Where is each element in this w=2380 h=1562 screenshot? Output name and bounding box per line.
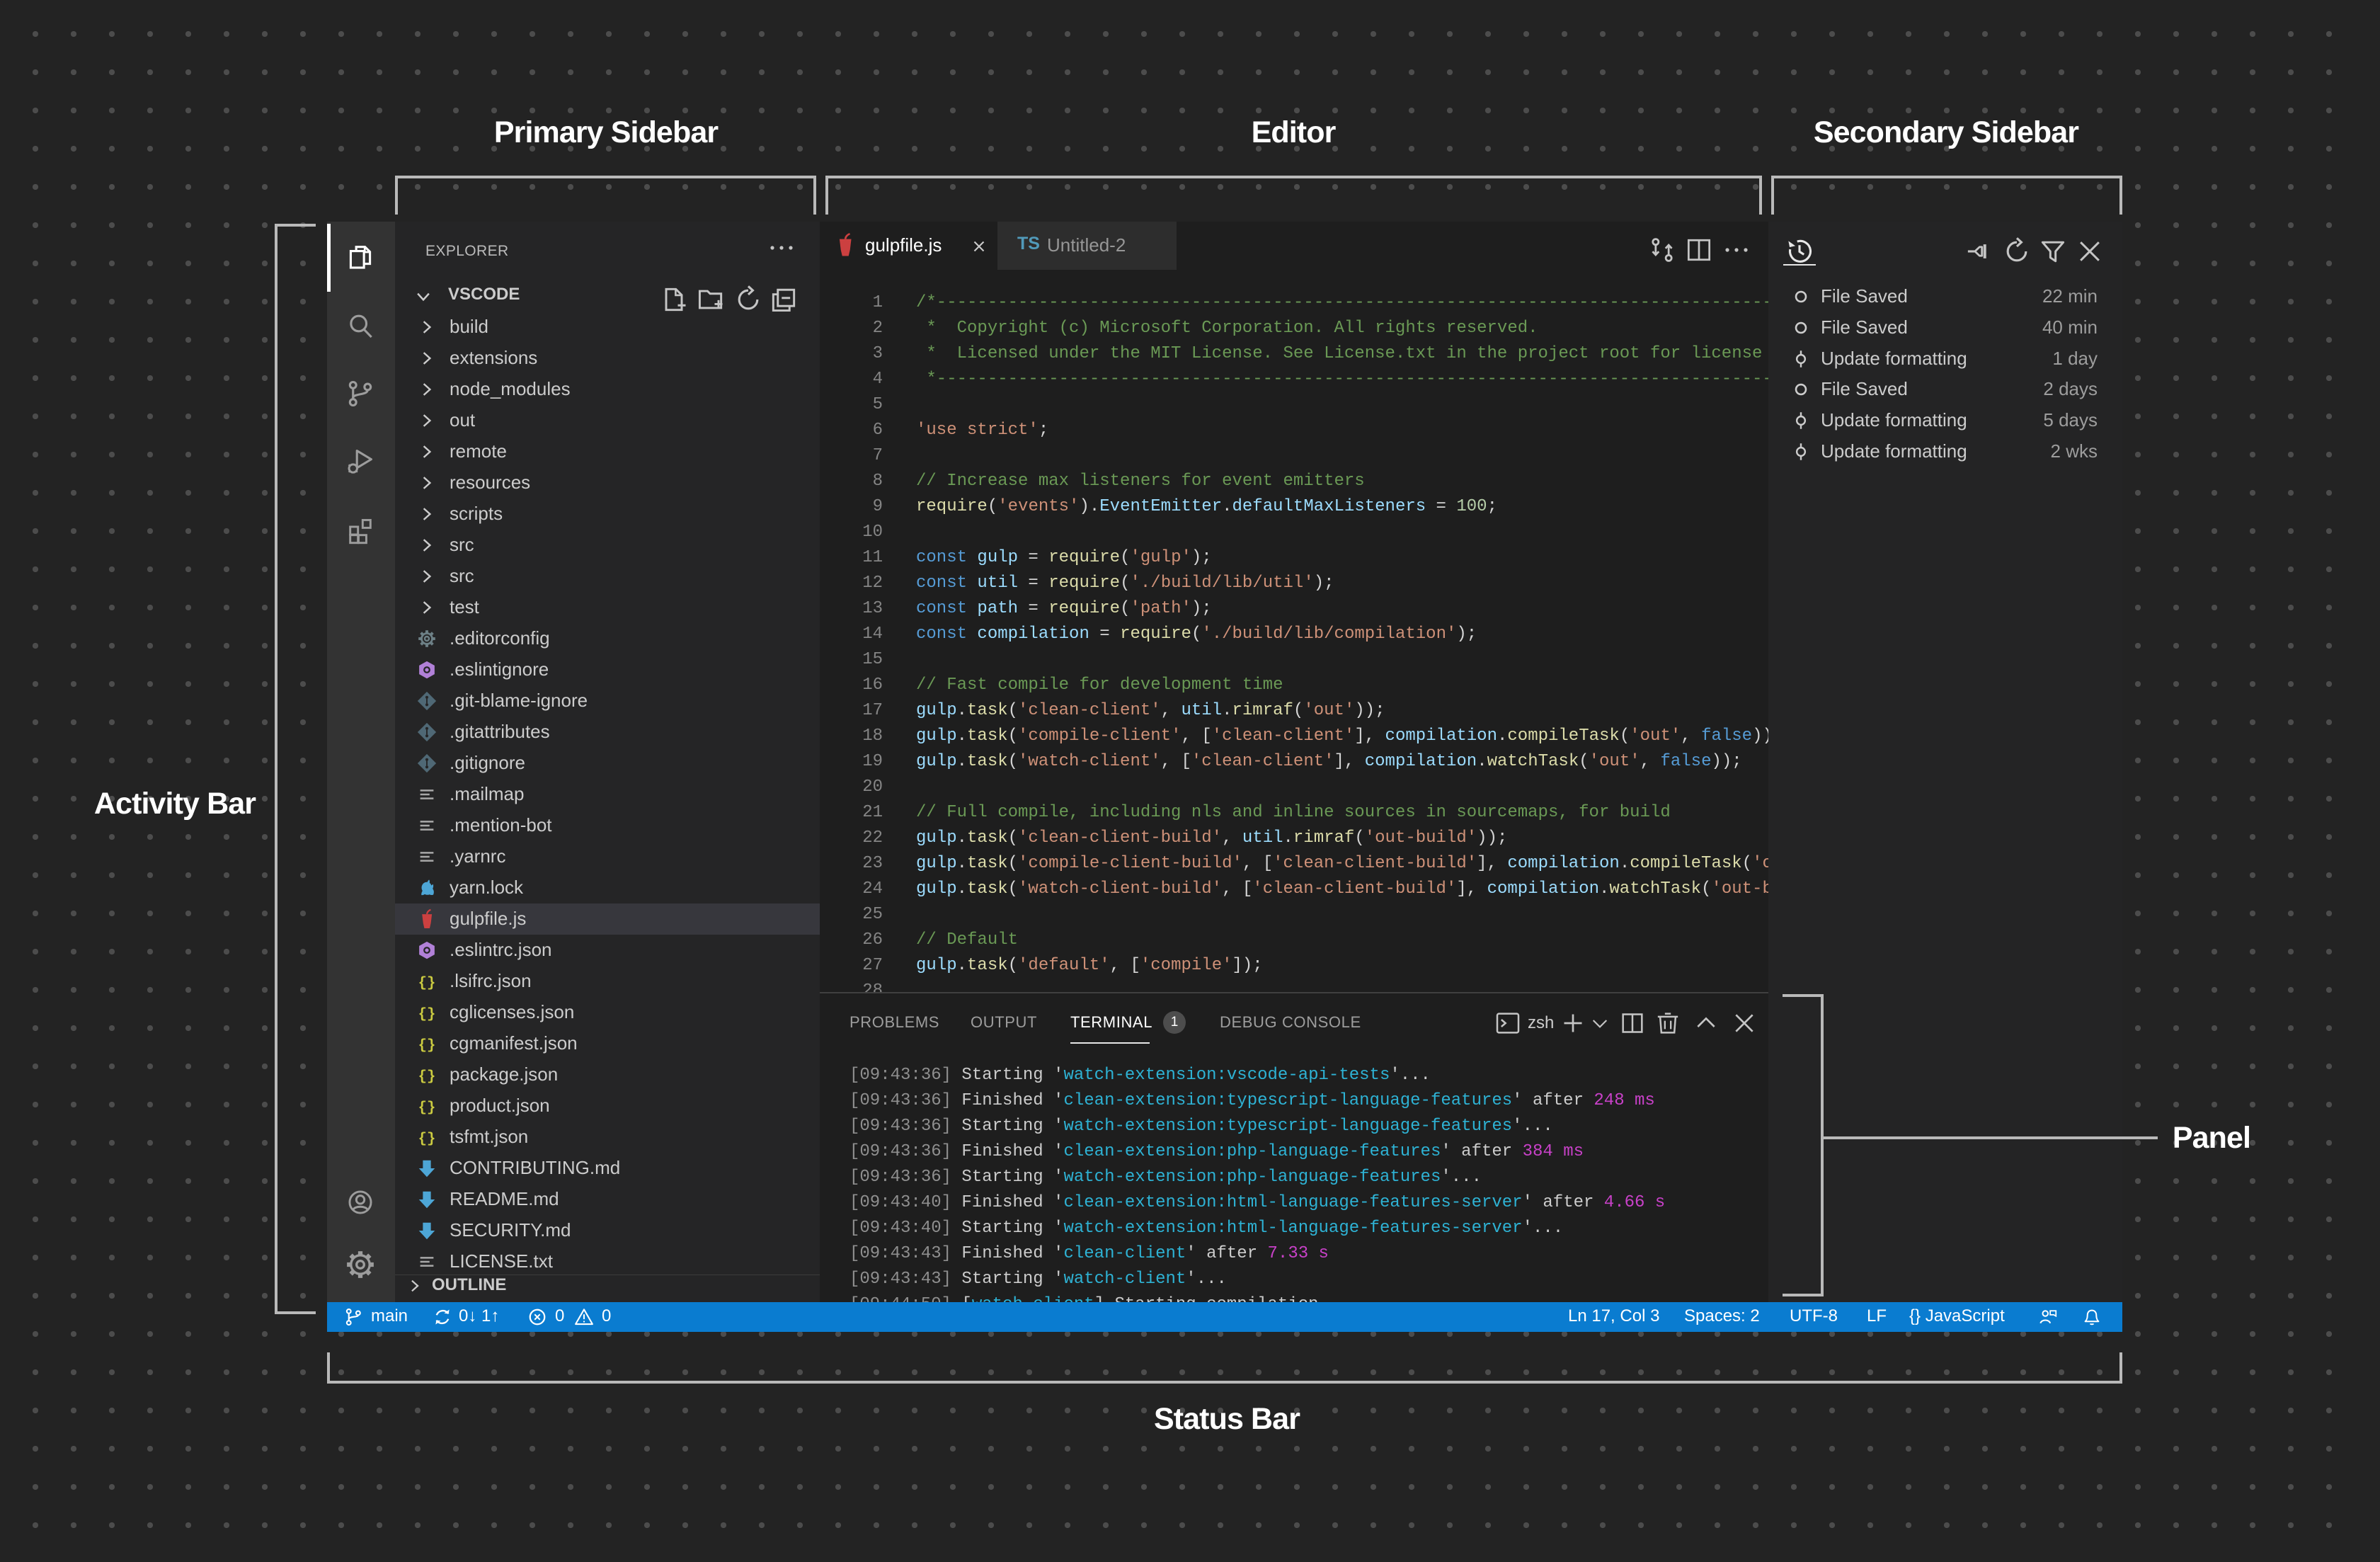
- svg-text:{}: {}: [418, 1069, 436, 1085]
- svg-text:{}: {}: [418, 1007, 436, 1023]
- svg-text:{}: {}: [418, 976, 436, 992]
- svg-text:{}: {}: [418, 1100, 436, 1117]
- svg-text:{}: {}: [418, 1038, 436, 1054]
- svg-text:{}: {}: [418, 1131, 436, 1148]
